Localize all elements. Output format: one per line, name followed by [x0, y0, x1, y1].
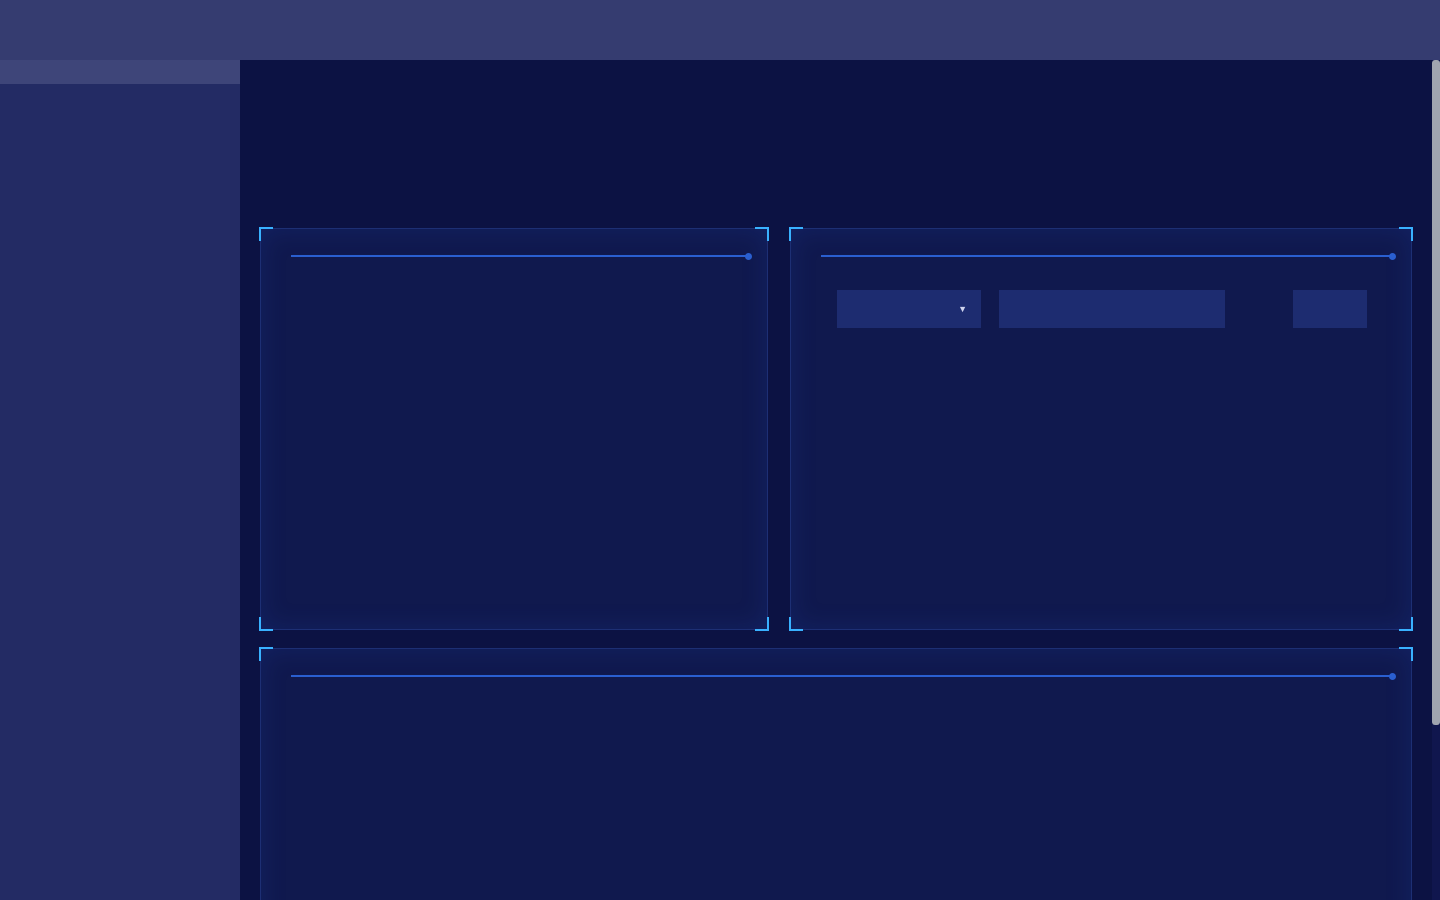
time-range-picker	[999, 290, 1225, 328]
env-panel-title	[791, 229, 1411, 245]
corner-accent	[789, 617, 803, 631]
corner-accent	[259, 227, 273, 241]
title-underline	[821, 255, 1393, 257]
corner-accent	[259, 617, 273, 631]
sidebar-collapse-handle[interactable]	[0, 60, 240, 84]
health-panel	[260, 228, 768, 630]
corner-accent	[789, 227, 803, 241]
title-underline	[291, 255, 749, 257]
alarm-panel	[260, 648, 1412, 900]
title-underline	[291, 675, 1393, 677]
corner-accent	[1399, 227, 1413, 241]
health-panel-title	[261, 229, 767, 245]
room-select[interactable]: ▼	[837, 290, 981, 328]
env-line-chart	[791, 379, 1413, 629]
page-scrollbar	[1432, 60, 1440, 900]
scrollbar-thumb[interactable]	[1432, 60, 1440, 725]
corner-accent	[1399, 647, 1413, 661]
alarm-panel-title	[261, 649, 1411, 665]
corner-accent	[755, 617, 769, 631]
chevron-down-icon: ▼	[958, 304, 967, 314]
sidebar	[0, 60, 240, 900]
corner-accent	[755, 227, 769, 241]
app-header	[0, 0, 1440, 60]
export-excel-button[interactable]	[1293, 290, 1367, 328]
corner-accent	[259, 647, 273, 661]
env-panel: ▼	[790, 228, 1412, 630]
main-content: ▼	[240, 60, 1432, 900]
corner-accent	[1399, 617, 1413, 631]
